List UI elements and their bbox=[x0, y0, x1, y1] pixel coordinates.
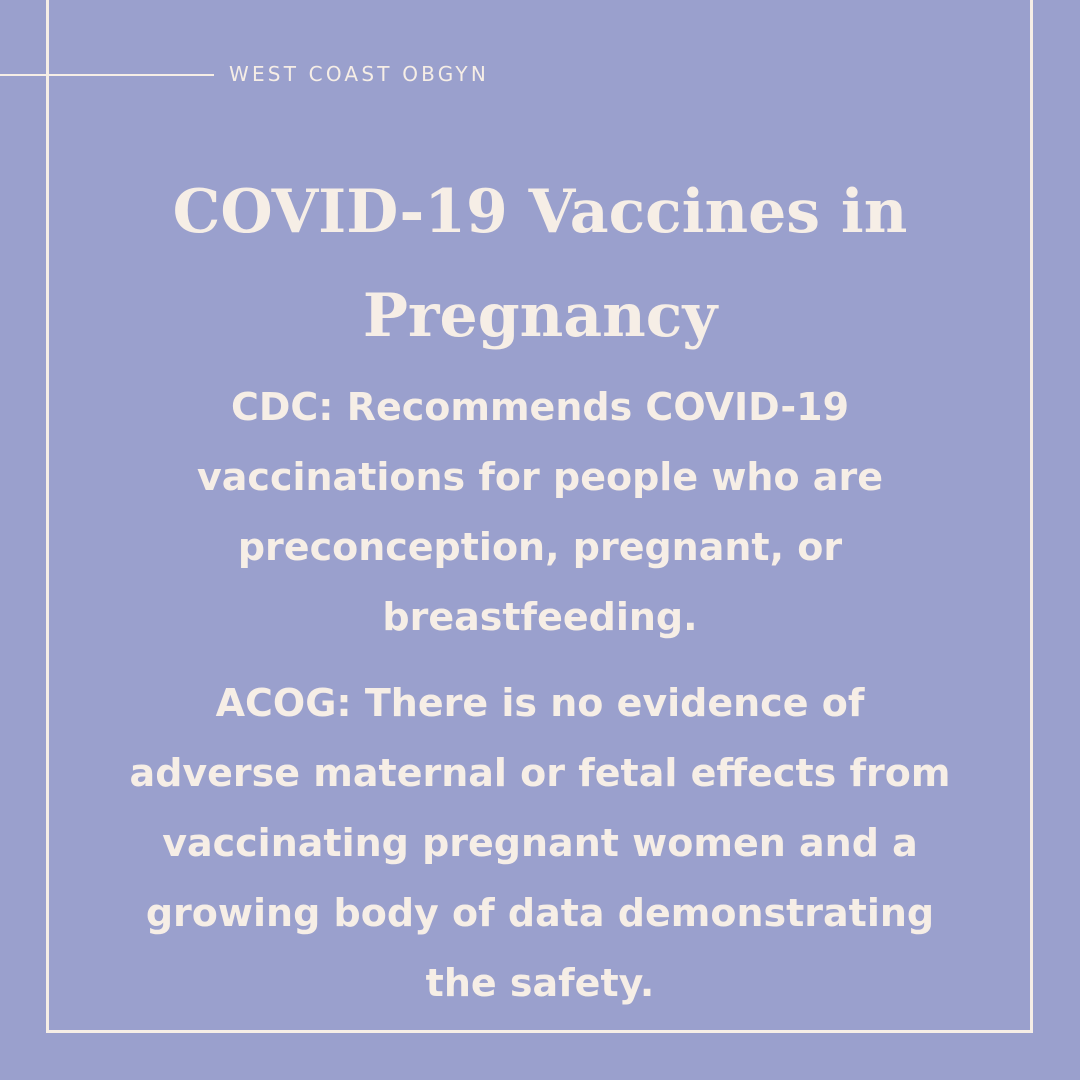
acog-line-4: growing body of data demonstrating bbox=[145, 891, 935, 935]
frame-left-line bbox=[46, 0, 49, 1033]
cdc-statement: CDC: Recommends COVID-19 vaccinations fo… bbox=[70, 372, 1010, 652]
acog-line-1: ACOG: There is no evidence of bbox=[215, 681, 865, 725]
acog-line-3: vaccinating pregnant women and a bbox=[162, 821, 918, 865]
poster: WEST COAST OBGYN COVID-19 Vaccines in Pr… bbox=[0, 0, 1080, 1080]
cdc-line-4: breastfeeding. bbox=[382, 595, 698, 639]
acog-line-5: the safety. bbox=[425, 961, 655, 1005]
cdc-line-2: vaccinations for people who are bbox=[197, 455, 883, 499]
acog-statement: ACOG: There is no evidence of adverse ma… bbox=[70, 668, 1010, 1018]
cdc-line-3: preconception, pregnant, or bbox=[237, 525, 843, 569]
page-title: COVID-19 Vaccines in Pregnancy bbox=[120, 160, 960, 368]
frame-bottom-line bbox=[46, 1030, 1033, 1033]
top-rule-line bbox=[0, 74, 214, 76]
title-line-1: COVID-19 Vaccines in bbox=[172, 177, 908, 247]
cdc-line-1: CDC: Recommends COVID-19 bbox=[230, 385, 850, 429]
title-line-2: Pregnancy bbox=[362, 281, 718, 351]
acog-line-2: adverse maternal or fetal effects from bbox=[129, 751, 951, 795]
brand-name: WEST COAST OBGYN bbox=[229, 62, 489, 86]
frame-right-line bbox=[1030, 0, 1033, 1033]
